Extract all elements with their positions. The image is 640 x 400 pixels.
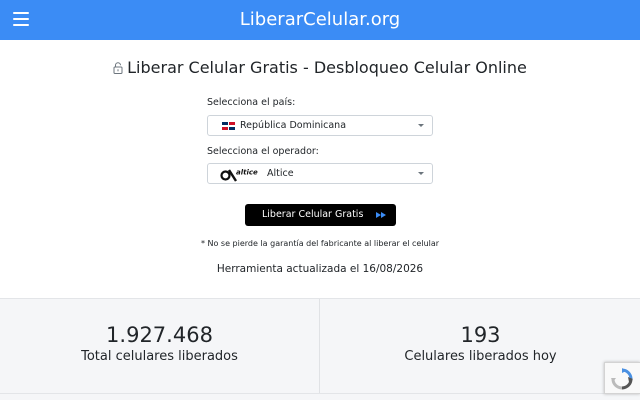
top-navbar: LiberarCelular.org [0,0,640,40]
svg-text:altice: altice [236,169,258,177]
country-label: Selecciona el país: [207,97,296,108]
page-title-text: Liberar Celular Gratis - Desbloqueo Celu… [127,58,527,77]
recaptcha-badge[interactable] [604,362,640,394]
unlock-icon [113,59,123,79]
dominican-republic-flag-icon [222,122,235,130]
country-select[interactable]: República Dominicana [207,115,433,136]
fast-forward-icon [376,212,386,218]
liberar-celular-button[interactable]: Liberar Celular Gratis [245,204,396,226]
operator-select[interactable]: altice Altice [207,163,433,184]
stat-label: Total celulares liberados [81,349,238,364]
altice-logo: altice [220,169,258,182]
stat-total-unlocked: 1.927.468 Total celulares liberados [0,299,319,393]
stats-divider [319,299,320,393]
operator-select-value: Altice [267,168,294,179]
site-brand[interactable]: LiberarCelular.org [0,9,640,31]
stat-value: 1.927.468 [106,323,213,347]
stats-section: 1.927.468 Total celulares liberados 193 … [0,298,640,400]
country-select-value: República Dominicana [240,120,347,131]
stat-value: 193 [460,323,501,347]
warranty-note: * No se pierde la garantía del fabricant… [200,239,440,248]
page-title: Liberar Celular Gratis - Desbloqueo Celu… [0,58,640,79]
updated-date: Herramienta actualizada el 16/08/2026 [216,263,424,275]
liberar-celular-button-label: Liberar Celular Gratis [262,209,364,220]
chevron-down-icon [418,124,424,127]
operator-label: Selecciona el operador: [207,146,319,157]
chevron-down-icon [418,172,424,175]
stat-unlocked-today: 193 Celulares liberados hoy [321,299,640,393]
stats-bottom-border [0,393,640,394]
recaptcha-icon [611,368,633,390]
stat-label: Celulares liberados hoy [404,349,557,364]
